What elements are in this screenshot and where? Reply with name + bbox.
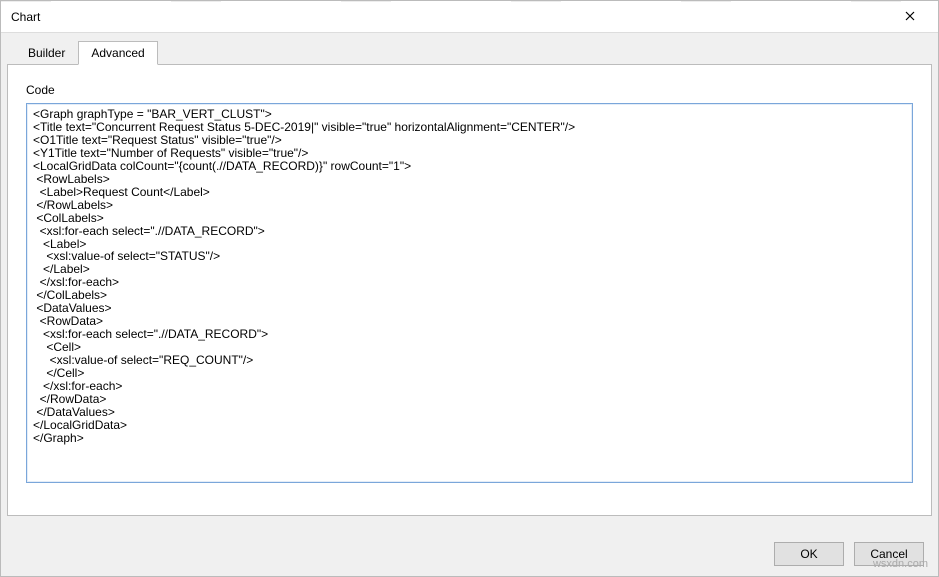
client-area: Builder Advanced Code OK Cancel	[1, 33, 938, 576]
close-icon	[905, 10, 915, 24]
code-textarea[interactable]	[26, 103, 913, 483]
window-title: Chart	[11, 10, 890, 24]
top-edge-marks	[1, 1, 938, 2]
close-button[interactable]	[890, 1, 930, 32]
advanced-panel: Code	[7, 64, 932, 516]
cancel-button[interactable]: Cancel	[854, 542, 924, 566]
dialog-footer: OK Cancel	[774, 542, 924, 566]
tab-advanced[interactable]: Advanced	[78, 41, 157, 65]
code-label: Code	[26, 83, 913, 97]
ok-button[interactable]: OK	[774, 542, 844, 566]
tab-strip: Builder Advanced	[15, 41, 932, 64]
window-titlebar: Chart	[1, 1, 938, 33]
tab-builder[interactable]: Builder	[15, 41, 78, 64]
